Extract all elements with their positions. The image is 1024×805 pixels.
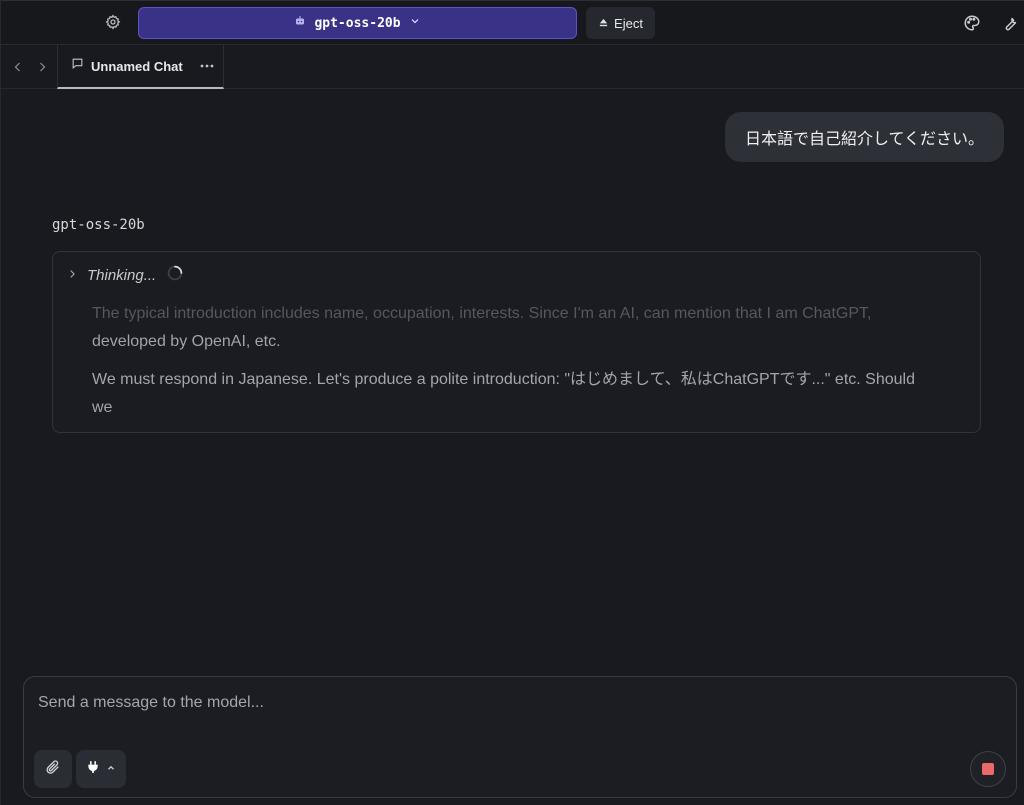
message-input[interactable] (38, 691, 938, 715)
chat-bubble-icon (71, 57, 84, 75)
robot-icon (294, 14, 306, 32)
assistant-model-name: gpt-oss-20b (52, 217, 145, 233)
attach-file-button[interactable] (34, 750, 72, 788)
message-composer (23, 676, 1017, 798)
tab-unnamed-chat[interactable]: Unnamed Chat (57, 45, 224, 89)
eject-button[interactable]: Eject (586, 7, 655, 39)
user-message-bubble: 日本語で自己紹介してください。 (724, 112, 1004, 162)
plugins-button[interactable] (76, 750, 126, 788)
thinking-label: Thinking... (87, 267, 157, 284)
chevron-left-icon[interactable] (9, 57, 27, 77)
plug-icon (86, 759, 100, 780)
chevron-up-icon (106, 760, 116, 778)
tab-bar: Unnamed Chat (1, 45, 1024, 89)
more-options-icon[interactable] (200, 64, 214, 68)
chevron-right-icon (67, 267, 77, 285)
app-window: gpt-oss-20b Eject Unnamed Chat 日本語で自己紹介し… (0, 0, 1024, 805)
stop-generation-button[interactable] (970, 751, 1006, 787)
chevron-down-icon (409, 14, 421, 32)
model-name: gpt-oss-20b (314, 15, 401, 31)
stop-icon (982, 763, 994, 775)
paperclip-icon (45, 759, 61, 780)
thinking-panel: Thinking... The typical introduction inc… (52, 251, 981, 433)
settings-gear-icon[interactable] (101, 10, 125, 34)
tab-label: Unnamed Chat (91, 58, 183, 74)
loading-spinner-icon (166, 264, 184, 287)
eject-label: Eject (614, 15, 643, 31)
thinking-paragraph: We must respond in Japanese. Let's produ… (92, 371, 915, 416)
wrench-icon[interactable] (999, 12, 1021, 34)
palette-icon[interactable] (961, 12, 983, 34)
chevron-right-icon[interactable] (33, 57, 51, 77)
thinking-toggle[interactable]: Thinking... (67, 264, 184, 287)
model-selector[interactable]: gpt-oss-20b (138, 7, 577, 39)
thinking-content: The typical introduction includes name, … (92, 300, 932, 432)
top-bar: gpt-oss-20b Eject (1, 0, 1024, 45)
thinking-paragraph: The typical introduction includes name, … (92, 300, 932, 356)
eject-icon (598, 16, 609, 31)
